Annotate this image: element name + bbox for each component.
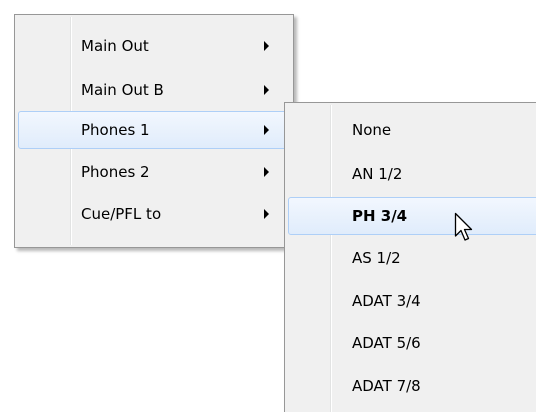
submenu-item-label: ADAT 5/6 (352, 334, 421, 352)
submenu-item-label: ADAT 3/4 (352, 292, 421, 310)
main-context-menu: Main Out Main Out B Phones 1 Phones 2 Cu… (14, 14, 294, 248)
submenu-arrow-icon (264, 41, 269, 51)
phones-1-submenu: None AN 1/2 PH 3/4 AS 1/2 ADAT 3/4 ADAT … (284, 102, 536, 412)
submenu-item-label: PH 3/4 (352, 207, 408, 225)
submenu-arrow-icon (264, 125, 269, 135)
submenu-item-label: None (352, 121, 392, 139)
menu-item-main-out-b[interactable]: Main Out B (18, 71, 290, 109)
submenu-item-label: AN 1/2 (352, 165, 403, 183)
submenu-item-label: AS 1/2 (352, 249, 401, 267)
menu-item-label: Main Out B (81, 81, 164, 99)
submenu-item-ph-3-4[interactable]: PH 3/4 (288, 197, 536, 235)
menu-item-phones-1[interactable]: Phones 1 (18, 111, 290, 149)
menu-item-label: Phones 1 (81, 121, 150, 139)
submenu-item-adat-3-4[interactable]: ADAT 3/4 (288, 282, 536, 320)
mouse-pointer-icon (454, 212, 473, 241)
menu-item-main-out[interactable]: Main Out (18, 27, 290, 65)
submenu-item-none[interactable]: None (288, 111, 536, 149)
submenu-item-adat-7-8[interactable]: ADAT 7/8 (288, 367, 536, 405)
menu-item-cue-pfl-to[interactable]: Cue/PFL to (18, 195, 290, 233)
submenu-item-an-1-2[interactable]: AN 1/2 (288, 155, 536, 193)
submenu-arrow-icon (264, 85, 269, 95)
menu-item-label: Phones 2 (81, 163, 150, 181)
menu-item-label: Cue/PFL to (81, 205, 162, 223)
screen: Main Out Main Out B Phones 1 Phones 2 Cu… (0, 0, 536, 412)
submenu-arrow-icon (264, 167, 269, 177)
menu-item-label: Main Out (81, 37, 149, 55)
submenu-item-label: ADAT 7/8 (352, 377, 421, 395)
menu-item-phones-2[interactable]: Phones 2 (18, 153, 290, 191)
submenu-arrow-icon (264, 209, 269, 219)
submenu-item-as-1-2[interactable]: AS 1/2 (288, 239, 536, 277)
submenu-item-adat-5-6[interactable]: ADAT 5/6 (288, 324, 536, 362)
